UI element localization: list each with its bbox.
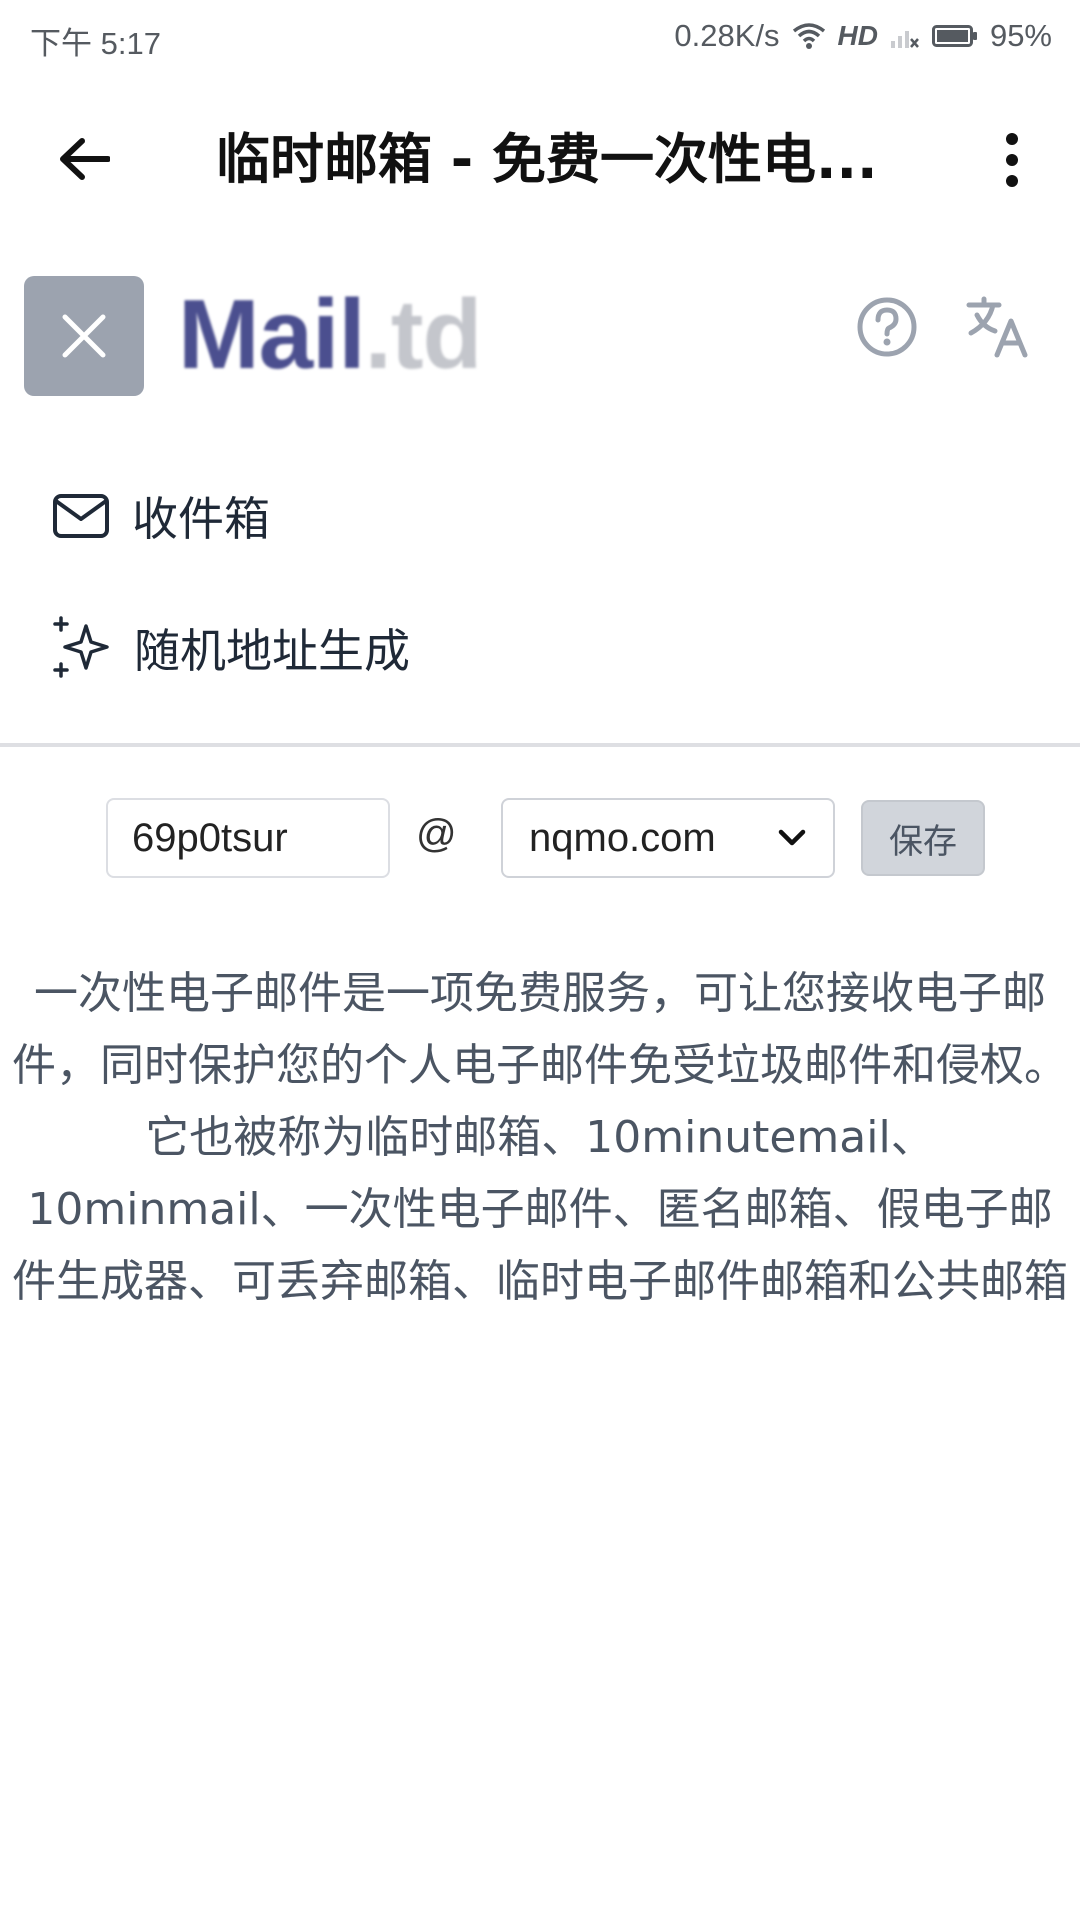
page-title: 临时邮箱 - 免费一次性电... bbox=[216, 128, 878, 191]
nav-item-random-address[interactable]: 随机地址生成 bbox=[52, 608, 410, 688]
hd-icon: HD bbox=[837, 20, 878, 51]
logo-main-text: Mail bbox=[178, 279, 366, 389]
title-bar: 临时邮箱 - 免费一次性电... bbox=[0, 94, 1080, 226]
address-form: @ nqmo.com 保存 bbox=[0, 798, 1080, 882]
help-button[interactable] bbox=[854, 294, 920, 360]
site-logo[interactable]: Mail .td bbox=[178, 279, 483, 389]
envelope-icon bbox=[53, 494, 109, 538]
close-icon bbox=[62, 314, 106, 358]
translate-icon bbox=[966, 296, 1028, 358]
status-bar: 下午 5:17 0.28K/s HD 95% bbox=[0, 0, 1080, 74]
section-divider bbox=[0, 743, 1080, 747]
more-vertical-icon bbox=[1006, 133, 1018, 187]
help-circle-icon bbox=[857, 297, 917, 357]
translate-button[interactable] bbox=[962, 290, 1036, 364]
battery-icon bbox=[931, 24, 978, 48]
service-description: 一次性电子邮件是一项免费服务，可让您接收电子邮件，同时保护您的个人电子邮件免受垃… bbox=[12, 968, 1068, 1307]
nav-label-random-address: 随机地址生成 bbox=[134, 624, 410, 678]
site-header: Mail .td bbox=[0, 264, 1080, 404]
nav-item-inbox[interactable]: 收件箱 bbox=[52, 476, 270, 556]
sparkles-icon bbox=[53, 616, 109, 678]
battery-level: 95% bbox=[989, 18, 1052, 53]
logo-tld-text: .td bbox=[364, 279, 483, 389]
close-menu-button[interactable] bbox=[24, 276, 144, 396]
at-sign: @ bbox=[416, 812, 457, 856]
nav-label-inbox: 收件箱 bbox=[132, 492, 270, 546]
chevron-down-icon bbox=[778, 829, 806, 846]
arrow-left-icon bbox=[60, 138, 110, 180]
back-button[interactable] bbox=[48, 127, 120, 191]
wifi-icon bbox=[792, 22, 826, 50]
signal-icon bbox=[890, 23, 920, 49]
local-part-input[interactable] bbox=[106, 798, 390, 878]
domain-value: nqmo.com bbox=[529, 815, 716, 860]
status-time: 下午 5:17 bbox=[30, 26, 161, 61]
status-icons: 0.28K/s HD 95% bbox=[674, 18, 1052, 54]
network-speed: 0.28K/s bbox=[674, 18, 780, 53]
save-button[interactable]: 保存 bbox=[861, 800, 985, 876]
more-options-button[interactable] bbox=[984, 124, 1040, 196]
domain-select[interactable]: nqmo.com bbox=[501, 798, 835, 878]
